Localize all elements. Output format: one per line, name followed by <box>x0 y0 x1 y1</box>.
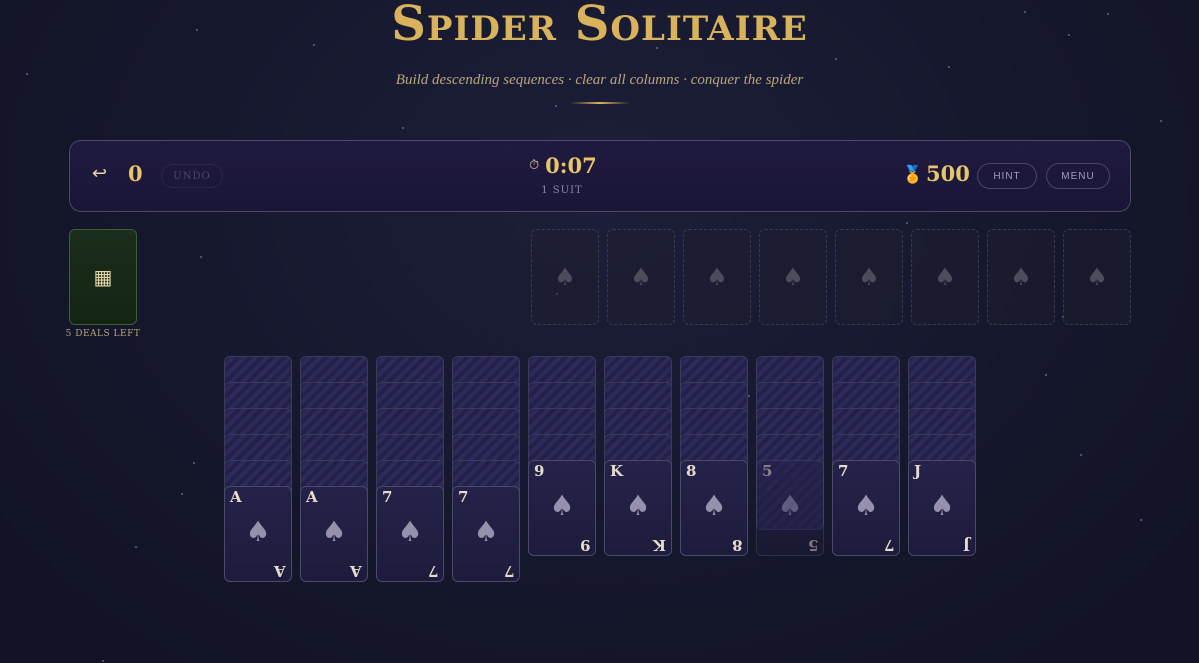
card-rank-inverted: K <box>652 536 666 554</box>
star <box>835 58 837 60</box>
deals-left-label: 5 DEALS LEFT <box>65 329 141 339</box>
card-rank: K <box>610 462 624 480</box>
foundation-slot: ♠ <box>835 229 903 325</box>
card-rank: 5 <box>762 462 773 480</box>
foundation-slot: ♠ <box>683 229 751 325</box>
card-rank-inverted: 9 <box>579 536 590 554</box>
page-subtitle: Build descending sequences · clear all c… <box>395 72 804 88</box>
face-up-card[interactable]: 7 ♠ 7 <box>832 460 900 556</box>
spade-icon: ♠ <box>858 263 880 291</box>
card-rank-inverted: 5 <box>807 536 818 554</box>
foundation-slot: ♠ <box>607 229 675 325</box>
timer-value: 0:07 <box>545 153 597 178</box>
spade-icon: ♠ <box>630 263 652 291</box>
timer: ⏱ 0:07 <box>529 153 659 178</box>
spade-icon: ♠ <box>929 489 955 522</box>
face-up-card[interactable]: 9 ♠ 9 <box>528 460 596 556</box>
card-rank-inverted: A <box>350 562 362 580</box>
card-rank-inverted: A <box>274 562 286 580</box>
face-up-card[interactable]: A ♠ A <box>300 486 368 582</box>
card-rank: A <box>306 488 318 506</box>
face-up-card[interactable]: A ♠ A <box>224 486 292 582</box>
card-rank-inverted: 8 <box>731 536 742 554</box>
spade-icon: ♠ <box>777 489 803 522</box>
hint-button[interactable]: HINT <box>977 163 1037 189</box>
star <box>135 546 137 548</box>
star <box>402 127 404 129</box>
spade-icon: ♠ <box>321 515 347 548</box>
medal-icon: 🏅 <box>902 165 924 185</box>
spade-icon: ♠ <box>1086 263 1108 291</box>
spade-icon: ♠ <box>473 515 499 548</box>
face-up-card[interactable]: J ♠ J <box>908 460 976 556</box>
score-value: 500 <box>926 161 970 186</box>
stopwatch-icon: ⏱ <box>529 158 540 173</box>
spade-icon: ♠ <box>397 515 423 548</box>
star <box>555 105 557 107</box>
suit-mode-label: 1 SUIT <box>541 185 583 196</box>
moves-count: 0 <box>128 161 143 186</box>
spade-icon: ♠ <box>782 263 804 291</box>
card-rank: 7 <box>458 488 469 506</box>
star <box>181 493 183 495</box>
undo-button[interactable]: UNDO <box>161 164 223 188</box>
card-rank: 7 <box>838 462 849 480</box>
card-rank: 7 <box>382 488 393 506</box>
moves-icon: ↩ <box>92 163 108 184</box>
spade-icon: ♠ <box>1010 263 1032 291</box>
spade-icon: ♠ <box>934 263 956 291</box>
face-up-card[interactable]: 5 ♠ 5 <box>756 460 824 556</box>
face-up-card[interactable]: 7 ♠ 7 <box>452 486 520 582</box>
spade-icon: ♠ <box>245 515 271 548</box>
stock-pile[interactable]: ▦ <box>69 229 137 325</box>
star <box>906 222 908 224</box>
foundation-slot: ♠ <box>531 229 599 325</box>
page-title: Spider Solitaire <box>391 0 808 52</box>
foundation-slot: ♠ <box>759 229 827 325</box>
star <box>1080 454 1082 456</box>
star <box>1045 374 1047 376</box>
card-rank: A <box>230 488 242 506</box>
foundation-slot: ♠ <box>987 229 1055 325</box>
card-rank-inverted: 7 <box>427 562 438 580</box>
face-up-card[interactable]: 7 ♠ 7 <box>376 486 444 582</box>
card-rank-inverted: 7 <box>883 536 894 554</box>
card-deck-icon: ▦ <box>93 265 113 289</box>
star <box>1160 120 1162 122</box>
spade-icon: ♠ <box>625 489 651 522</box>
face-up-card[interactable]: K ♠ K <box>604 460 672 556</box>
spade-icon: ♠ <box>701 489 727 522</box>
star <box>200 256 202 258</box>
title-divider <box>570 102 630 104</box>
spade-icon: ♠ <box>853 489 879 522</box>
star <box>102 660 104 662</box>
spade-icon: ♠ <box>554 263 576 291</box>
star <box>1140 519 1142 521</box>
card-rank-inverted: 7 <box>503 562 514 580</box>
card-rank: 8 <box>686 462 697 480</box>
star <box>193 462 195 464</box>
menu-button[interactable]: MENU <box>1046 163 1110 189</box>
card-rank: 9 <box>534 462 545 480</box>
card-rank: J <box>914 462 922 480</box>
foundation-slot: ♠ <box>1063 229 1131 325</box>
spade-icon: ♠ <box>706 263 728 291</box>
star <box>948 66 950 68</box>
card-rank-inverted: J <box>962 536 970 554</box>
star <box>748 395 750 397</box>
foundation-slot: ♠ <box>911 229 979 325</box>
game-toolbar: ↩ 0 UNDO ⏱ 0:07 1 SUIT 🏅 500 HINT MENU <box>69 140 1131 212</box>
spade-icon: ♠ <box>549 489 575 522</box>
face-up-card[interactable]: 8 ♠ 8 <box>680 460 748 556</box>
